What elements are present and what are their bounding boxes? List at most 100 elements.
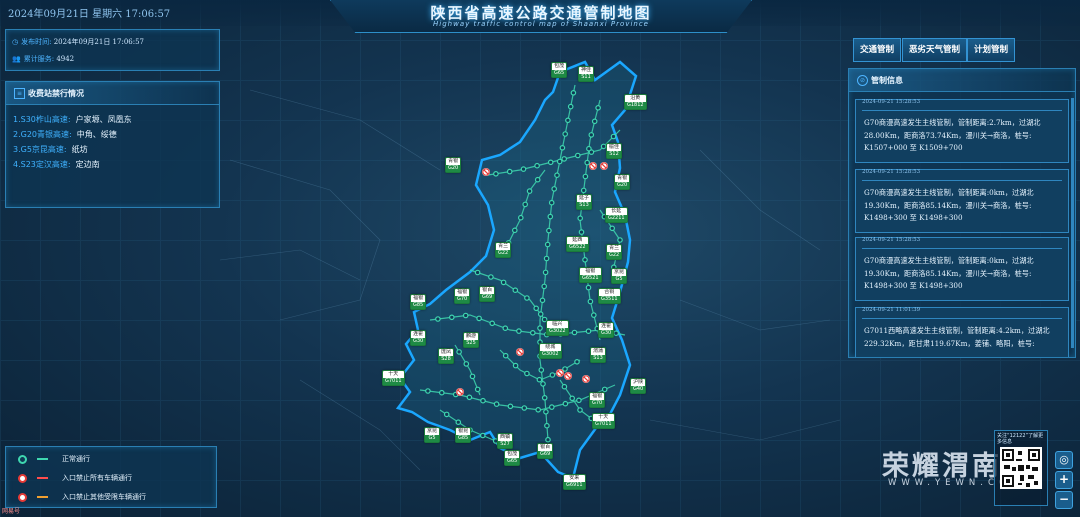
toll-station-dot[interactable] [587, 298, 594, 305]
zoom-out-button[interactable]: − [1055, 491, 1073, 509]
control-card[interactable]: 2024-09-21 15:28:53 G70商漫高速发生主线管制，管制距离:0… [855, 237, 1069, 301]
toll-station-dot[interactable] [617, 237, 623, 243]
toll-station-dot[interactable] [469, 373, 476, 380]
toll-item[interactable]: 3.G5京昆高速: 纸坊 [13, 144, 88, 155]
road-badge[interactable]: 麟游 S25 [463, 332, 480, 348]
toll-station-dot[interactable] [479, 432, 486, 439]
road-badge[interactable]: 福银 G70 [454, 288, 471, 304]
road-badge[interactable]: 京昆 G5 [611, 268, 628, 284]
toll-station-dot[interactable] [584, 159, 591, 166]
tab-severe-weather-control[interactable]: 恶劣天气管制 [902, 38, 968, 62]
toll-station-dot[interactable] [529, 329, 536, 336]
toll-station-dot[interactable] [591, 118, 598, 125]
toll-item[interactable]: 4.S23定汉高速: 定边南 [13, 159, 100, 170]
toll-station-dot[interactable] [425, 388, 431, 394]
control-card[interactable]: 2024-09-21 15:28:53 G70商漫高速发生主线管制，管制距离:0… [855, 169, 1069, 233]
toll-station-dot[interactable] [511, 227, 518, 234]
toll-station-dot[interactable] [489, 320, 496, 327]
road-badge[interactable]: 十天 G7011 [592, 413, 615, 429]
toll-station-dot[interactable] [493, 171, 499, 177]
toll-station-dot[interactable] [522, 201, 529, 208]
toll-station-dot[interactable] [534, 176, 541, 183]
road-badge[interactable]: 银昆 G85 [455, 427, 472, 443]
toll-station-dot[interactable] [565, 117, 571, 124]
toll-station-dot[interactable] [512, 362, 519, 369]
toll-station-dot[interactable] [551, 186, 558, 192]
toll-station-dot[interactable] [534, 162, 540, 169]
toll-station-dot[interactable] [595, 105, 601, 111]
road-badge[interactable]: 延子 S13 [576, 194, 593, 210]
road-badge[interactable]: 青兰 G22 [606, 244, 623, 260]
toll-station-dot[interactable] [556, 158, 563, 165]
road-badge[interactable]: 福银 G85 [410, 294, 427, 310]
toll-station-dot[interactable] [535, 406, 542, 413]
road-badge[interactable]: 青银 G20 [445, 157, 462, 173]
toll-station-dot[interactable] [577, 407, 583, 413]
toll-station-dot[interactable] [545, 436, 551, 443]
toll-station-dot[interactable] [548, 199, 555, 206]
toll-station-dot[interactable] [538, 367, 545, 373]
road-badge[interactable]: 渭蒲 S13 [590, 347, 607, 363]
toll-station-dot[interactable] [577, 215, 584, 222]
road-badge[interactable]: 青兰 G22 [495, 242, 512, 258]
toll-station-dot[interactable] [539, 297, 546, 304]
control-panel-scrollbar[interactable] [1071, 98, 1074, 348]
toll-station-dot[interactable] [524, 295, 530, 301]
toll-station-dot[interactable] [609, 225, 616, 232]
toll-station-dot[interactable] [549, 372, 556, 378]
toll-station-dot[interactable] [544, 241, 551, 248]
toll-station-dot[interactable] [576, 397, 582, 404]
toll-station-dot[interactable] [537, 325, 543, 331]
toll-station-dot[interactable] [582, 173, 589, 180]
toll-station-dot[interactable] [561, 156, 568, 162]
toll-station-dot[interactable] [544, 422, 550, 429]
toll-station-dot[interactable] [613, 330, 619, 337]
toll-station-dot[interactable] [546, 227, 552, 234]
road-badge[interactable]: 临兴 G3022 [546, 320, 569, 336]
road-badge[interactable]: 延西 G6522 [566, 236, 589, 252]
road-badge[interactable]: 银百 G69 [479, 286, 496, 302]
road-badge[interactable]: 青银 G20 [614, 174, 631, 190]
zoom-in-button[interactable]: + [1055, 471, 1073, 489]
toll-station-dot[interactable] [524, 370, 530, 377]
toll-station-dot[interactable] [562, 131, 569, 137]
toll-station-dot[interactable] [562, 366, 568, 372]
toll-station-dot[interactable] [540, 381, 546, 387]
toll-station-dot[interactable] [547, 213, 554, 220]
toll-station-dot[interactable] [476, 315, 482, 322]
road-badge[interactable]: 合铜 G3511 [598, 288, 621, 304]
toll-station-dot[interactable] [536, 376, 543, 383]
locate-button[interactable]: ◎ [1055, 451, 1073, 469]
toll-station-dot[interactable] [521, 405, 528, 411]
road-badge[interactable]: 沪陕 G40 [630, 378, 647, 394]
toll-station-dot[interactable] [561, 383, 568, 390]
toll-station-dot[interactable] [438, 389, 445, 396]
toll-station-dot[interactable] [567, 103, 574, 110]
toll-station-dot[interactable] [463, 361, 470, 367]
toll-station-dot[interactable] [474, 386, 481, 393]
tab-traffic-control[interactable]: 交通管制 [853, 38, 902, 62]
toll-station-dot[interactable] [588, 132, 595, 138]
toll-station-dot[interactable] [537, 311, 544, 317]
toll-station-dot[interactable] [543, 408, 549, 415]
toll-station-dot[interactable] [548, 404, 555, 410]
toll-station-dot[interactable] [574, 358, 580, 365]
toll-station-dot[interactable] [610, 133, 617, 140]
toll-station-dot[interactable] [480, 397, 486, 404]
toll-station-dot[interactable] [493, 401, 500, 407]
toll-station-dot[interactable] [541, 394, 548, 401]
road-badge[interactable]: 十天 G7011 [382, 370, 405, 386]
toll-station-dot[interactable] [507, 403, 514, 410]
toll-station-dot[interactable] [542, 269, 549, 276]
toll-station-dot[interactable] [582, 256, 588, 263]
toll-station-dot[interactable] [435, 316, 441, 322]
road-badge[interactable]: 福银 G6521 [579, 267, 602, 283]
toll-station-dot[interactable] [474, 269, 481, 276]
toll-station-dot[interactable] [585, 328, 592, 335]
road-badge[interactable]: 银百 G69 [537, 443, 554, 459]
toll-station-dot[interactable] [543, 255, 550, 262]
toll-station-dot[interactable] [520, 166, 527, 172]
toll-station-dot[interactable] [547, 159, 554, 166]
toll-station-dot[interactable] [462, 312, 469, 319]
road-badge[interactable]: 神佳 S11 [578, 66, 595, 82]
